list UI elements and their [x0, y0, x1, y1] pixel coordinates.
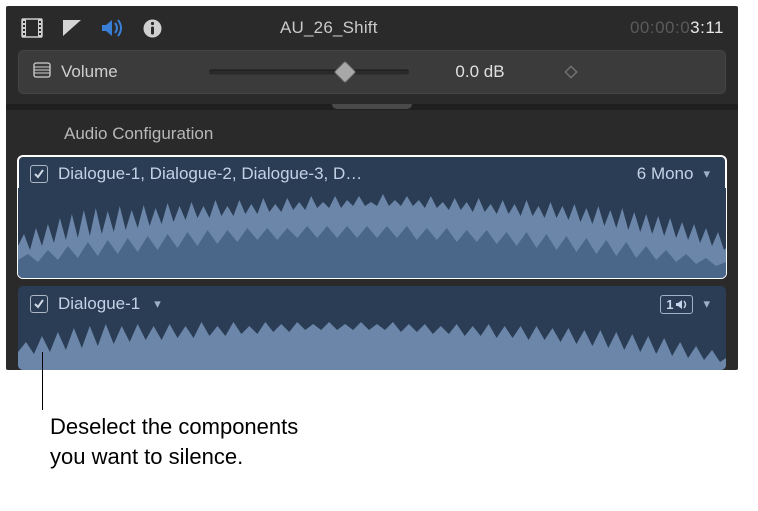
volume-label: Volume	[61, 62, 118, 82]
waveform-display	[18, 318, 726, 370]
component-enable-checkbox[interactable]	[30, 165, 48, 183]
color-wedge-icon[interactable]	[60, 16, 84, 40]
volume-value: 0.0 dB	[425, 62, 535, 82]
chevron-down-icon: ▾	[699, 166, 714, 182]
info-icon[interactable]	[140, 16, 164, 40]
channel-badge[interactable]: 1	[660, 295, 693, 314]
volume-row: Volume 0.0 dB	[18, 50, 726, 94]
callout-text: Deselect the components you want to sile…	[50, 412, 298, 471]
waveform-display	[18, 188, 726, 278]
component-name: Dialogue-1, Dialogue-2, Dialogue-3, D…	[58, 164, 362, 184]
volume-slider[interactable]	[209, 61, 409, 83]
filmstrip-icon[interactable]	[20, 16, 44, 40]
timecode-display: 00:00:03:11	[630, 18, 724, 38]
section-header-audio-config: Audio Configuration	[6, 110, 738, 156]
keyframe-diamond-icon[interactable]	[551, 65, 591, 79]
volume-slider-thumb[interactable]	[334, 61, 357, 84]
volume-meter-icon[interactable]	[33, 62, 51, 83]
callout-leader-line	[42, 352, 43, 410]
speaker-icon[interactable]	[100, 16, 124, 40]
channel-config-dropdown[interactable]: 6 Mono ▾	[637, 164, 714, 184]
component-enable-checkbox[interactable]	[30, 295, 48, 313]
chevron-down-icon[interactable]: ▾	[150, 296, 165, 312]
audio-component-lane[interactable]: Dialogue-1, Dialogue-2, Dialogue-3, D… 6…	[18, 156, 726, 278]
audio-component-lane[interactable]: Dialogue-1 ▾ 1 ▾	[18, 286, 726, 370]
component-name: Dialogue-1	[58, 294, 140, 314]
clip-title: AU_26_Shift	[280, 18, 378, 38]
chevron-down-icon[interactable]: ▾	[699, 296, 714, 312]
